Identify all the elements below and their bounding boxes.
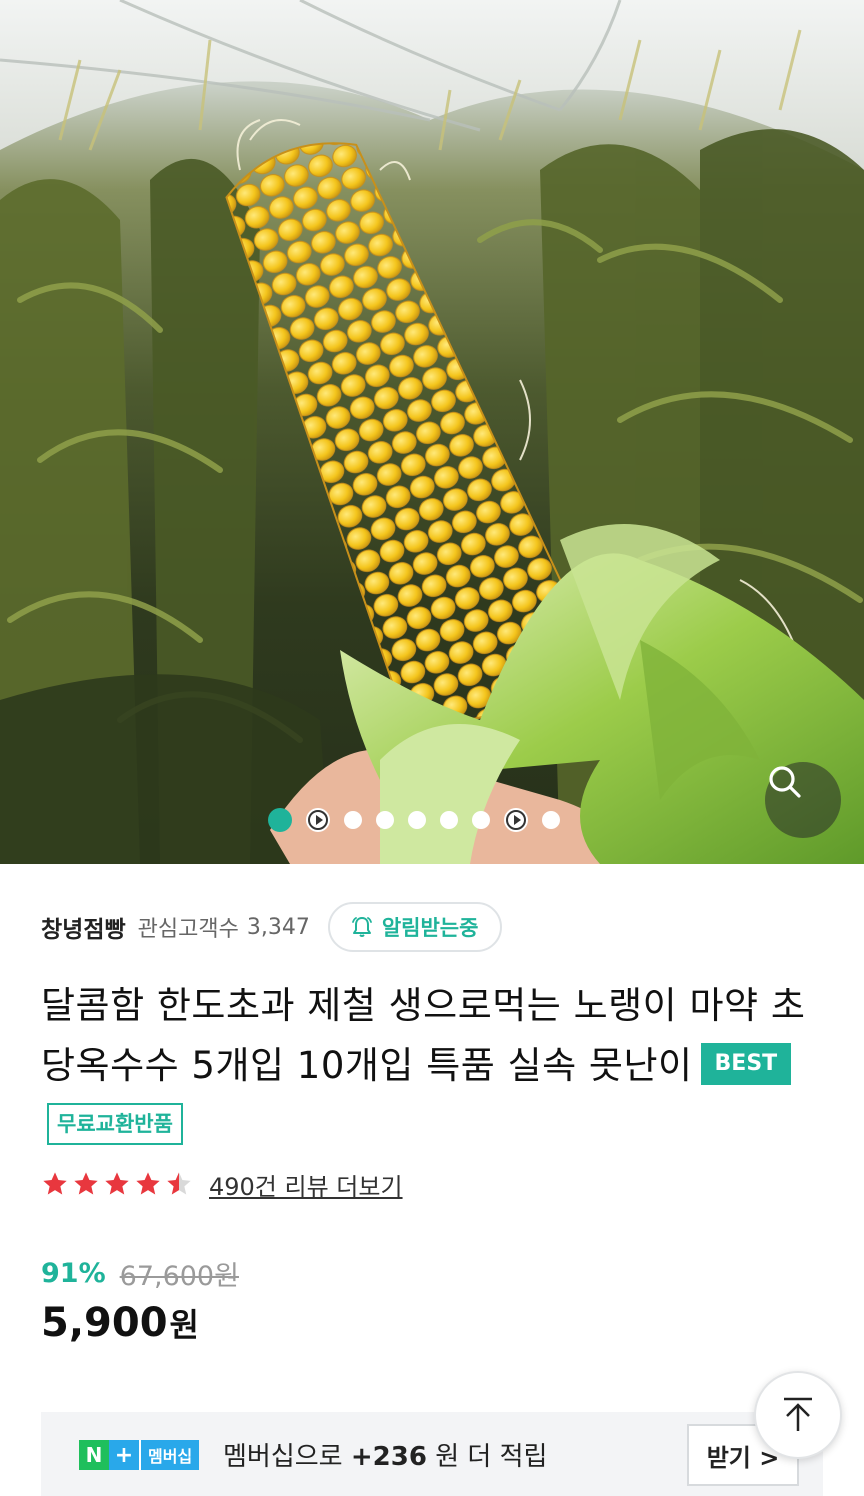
follower-label: 관심고객수 — [137, 917, 239, 942]
membership-text: 멤버십으로 +236 원 더 적립 — [223, 1436, 547, 1473]
zoom-button[interactable] — [765, 762, 841, 838]
notify-label: 알림받는중 — [381, 916, 479, 940]
original-price: 67,600원 — [119, 1261, 239, 1292]
star-icon — [74, 1172, 98, 1195]
carousel-dot[interactable] — [440, 811, 458, 829]
membership-banner: N + 멤버십 멤버십으로 +236 원 더 적립 받기 > — [41, 1412, 823, 1496]
membership-text-prefix: 멤버십으로 — [223, 1442, 343, 1472]
sale-price-number: 5,900 — [41, 1300, 168, 1346]
carousel-dot-active[interactable] — [268, 808, 292, 832]
star-rating — [41, 1170, 193, 1198]
bell-icon — [351, 917, 372, 937]
naver-n-icon: N — [79, 1440, 109, 1470]
product-title-text: 달콤함 한도초과 제철 생으로먹는 노랭이 마약 초당옥수수 5개입 10개입 … — [41, 984, 806, 1087]
product-title: 달콤함 한도초과 제철 생으로먹는 노랭이 마약 초당옥수수 5개입 10개입 … — [41, 976, 831, 1156]
follower-count: 3,347 — [246, 914, 310, 940]
product-image[interactable] — [0, 0, 864, 864]
membership-logo-label: 멤버십 — [139, 1440, 200, 1470]
arrow-up-icon — [784, 1397, 812, 1431]
seller-row: 창녕점빵 관심고객수 3,347 알림받는중 — [41, 902, 503, 952]
corn-photo — [0, 0, 864, 864]
star-icon — [136, 1172, 160, 1195]
star-icon — [43, 1172, 67, 1195]
sale-price-unit: 원 — [169, 1306, 199, 1344]
scroll-top-button[interactable] — [754, 1371, 842, 1459]
best-badge: BEST — [700, 1042, 792, 1085]
carousel-dot[interactable] — [542, 811, 560, 829]
carousel-indicators — [268, 806, 560, 834]
plus-icon: + — [109, 1440, 139, 1470]
membership-text-suffix: 원 더 적립 — [435, 1442, 548, 1472]
rating-row: 490건 리뷰 더보기 — [41, 1164, 403, 1204]
price-discount-row: 91% 67,600원 — [41, 1254, 239, 1293]
search-icon — [769, 766, 801, 798]
carousel-dot[interactable] — [472, 811, 490, 829]
seller-name[interactable]: 창녕점빵 — [41, 910, 126, 944]
carousel-dot[interactable] — [376, 811, 394, 829]
discount-rate: 91% — [41, 1258, 106, 1289]
carousel-dot[interactable] — [344, 811, 362, 829]
carousel-dot-video[interactable] — [306, 808, 330, 832]
carousel-dot[interactable] — [408, 811, 426, 829]
carousel-dot-video[interactable] — [504, 808, 528, 832]
review-link[interactable]: 490건 리뷰 더보기 — [209, 1167, 403, 1202]
notify-button[interactable]: 알림받는중 — [327, 902, 503, 952]
sale-price: 5,900 원 — [41, 1300, 199, 1346]
naver-plus-membership-logo: N + 멤버십 — [79, 1440, 200, 1470]
half-star-icon — [167, 1172, 191, 1195]
star-icon — [105, 1172, 129, 1195]
membership-points: +236 — [350, 1442, 427, 1472]
free-return-badge: 무료교환반품 — [47, 1102, 183, 1145]
